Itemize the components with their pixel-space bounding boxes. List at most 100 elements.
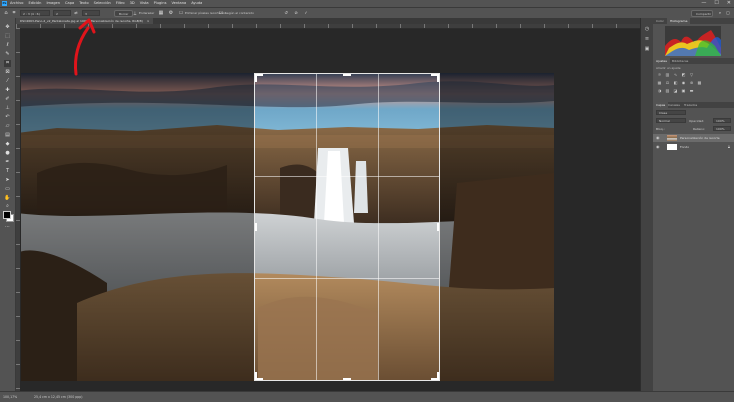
workspace-icon[interactable]: ▢	[725, 10, 731, 16]
canvas-area[interactable]	[21, 29, 640, 391]
visibility-eye-icon[interactable]: ◉	[656, 144, 660, 149]
menu-item-seleccion[interactable]: Selección	[94, 1, 111, 5]
menu-item-texto[interactable]: Texto	[79, 1, 88, 5]
history-brush-icon[interactable]: ↶	[4, 114, 11, 121]
share-button[interactable]: Compartir	[691, 10, 713, 17]
blend-mode-select[interactable]: Normal	[656, 118, 686, 123]
history-panel-icon[interactable]: ◷	[644, 26, 650, 32]
crop-handle-bottom-right[interactable]	[437, 372, 439, 380]
type-icon[interactable]: T	[4, 168, 11, 175]
close-tab-icon[interactable]: ×	[147, 19, 150, 23]
ratio-select[interactable]: 2 : 3 (4 : 6)	[20, 10, 50, 16]
foreground-color-swatch[interactable]	[3, 211, 11, 219]
eraser-icon[interactable]: ▱	[4, 123, 11, 130]
visibility-eye-icon[interactable]: ◉	[656, 135, 660, 140]
menu-item-plugins[interactable]: Plugins	[154, 1, 167, 5]
gradient-map-adjust-icon[interactable]: ▬	[689, 88, 694, 93]
straighten-icon[interactable]: ⟂	[132, 10, 138, 16]
bw-adjust-icon[interactable]: ◧	[673, 80, 678, 85]
dodge-icon[interactable]: ●	[4, 150, 11, 157]
photo-filter-adjust-icon[interactable]: ◉	[681, 80, 686, 85]
channel-mixer-adjust-icon[interactable]: ⊛	[689, 80, 694, 85]
posterize-adjust-icon[interactable]: ▨	[665, 88, 670, 93]
vibrance-adjust-icon[interactable]: ▽	[689, 72, 694, 77]
libraries-panel-icon[interactable]: ▣	[644, 46, 650, 52]
levels-adjust-icon[interactable]: ▥	[665, 72, 670, 77]
color-balance-adjust-icon[interactable]: ⚖	[665, 80, 670, 85]
crop-handle-right[interactable]	[437, 223, 439, 231]
crop-box[interactable]	[254, 73, 440, 381]
crop-handle-top[interactable]	[343, 74, 351, 76]
crop-handle-bottom-left[interactable]	[255, 372, 257, 380]
zoom-icon[interactable]: ⌕	[4, 203, 11, 210]
layer-row[interactable]: ◉ Personalización de recorte	[653, 134, 734, 142]
layer-filter-select[interactable]: Clase	[656, 110, 686, 115]
tab-adjustments[interactable]: Ajustes	[653, 58, 670, 64]
home-icon[interactable]: ⌂	[3, 10, 9, 16]
clone-stamp-icon[interactable]: ⊥	[4, 105, 11, 112]
hand-icon[interactable]: ✋	[4, 195, 11, 202]
menu-item-filtro[interactable]: Filtro	[116, 1, 125, 5]
crop-handle-left[interactable]	[255, 223, 257, 231]
menu-item-archivo[interactable]: Archivo	[10, 1, 23, 5]
delete-pixels-checkbox[interactable]: ☐	[178, 10, 184, 16]
menu-item-ayuda[interactable]: Ayuda	[191, 1, 202, 5]
threshold-adjust-icon[interactable]: ◪	[673, 88, 678, 93]
reset-icon[interactable]: ↺	[283, 10, 289, 16]
menu-item-edicion[interactable]: Edición	[28, 1, 41, 5]
tab-histogram[interactable]: Histograma	[667, 18, 691, 24]
menu-item-capa[interactable]: Capa	[65, 1, 74, 5]
menu-item-3d[interactable]: 3D	[130, 1, 135, 5]
crop-handle-top-left[interactable]	[255, 74, 257, 82]
hue-adjust-icon[interactable]: ▦	[657, 80, 662, 85]
brush-icon[interactable]: ✐	[4, 96, 11, 103]
opacity-input[interactable]: 100%	[713, 118, 731, 123]
menu-item-vista[interactable]: Vista	[140, 1, 149, 5]
marquee-icon[interactable]: ⬚	[4, 33, 11, 40]
layer-row[interactable]: ◉ Fondo 🔒︎	[653, 143, 734, 151]
close-window-button[interactable]: ✕	[727, 0, 731, 6]
tab-color[interactable]: Color	[653, 18, 667, 24]
exposure-adjust-icon[interactable]: ◩	[681, 72, 686, 77]
content-aware-checkbox[interactable]: ☐	[218, 10, 224, 16]
maximize-button[interactable]: ☐	[714, 0, 718, 6]
more-tools-icon[interactable]: ⋯	[4, 224, 11, 231]
fill-input[interactable]: 100%	[713, 126, 731, 131]
healing-icon[interactable]: ✚	[4, 87, 11, 94]
cancel-icon[interactable]: ⊘	[293, 10, 299, 16]
crop-handle-top-right[interactable]	[437, 74, 439, 82]
pen-icon[interactable]: ✒	[4, 159, 11, 166]
straighten-button[interactable]: Enderezar	[139, 11, 154, 15]
blur-icon[interactable]: ◆	[4, 141, 11, 148]
document-info[interactable]: 25,4 cm x 12,45 cm (300 ppp)	[34, 395, 83, 399]
frame-icon[interactable]: ⊠	[4, 69, 11, 76]
properties-panel-icon[interactable]: ≡	[644, 36, 650, 42]
crop-handle-bottom[interactable]	[343, 378, 351, 380]
settings-gear-icon[interactable]: ⚙	[168, 10, 174, 16]
tab-paths[interactable]: Trazados	[681, 102, 700, 108]
clear-button[interactable]: Borrar	[114, 10, 134, 17]
quick-select-icon[interactable]: ✎	[4, 51, 11, 58]
move-icon[interactable]: ✥	[4, 24, 11, 31]
search-icon[interactable]: ⌕	[717, 10, 723, 16]
menu-item-imagen[interactable]: Imagen	[46, 1, 60, 5]
rectangle-icon[interactable]: ▭	[4, 186, 11, 193]
curves-adjust-icon[interactable]: ∿	[673, 72, 678, 77]
gradient-icon[interactable]: ▤	[4, 132, 11, 139]
tab-libraries[interactable]: Bibliotecas	[669, 58, 691, 64]
lasso-icon[interactable]: ℓ	[4, 42, 11, 49]
brightness-adjust-icon[interactable]: ☼	[657, 72, 662, 77]
commit-icon[interactable]: ✓	[303, 10, 309, 16]
invert-adjust-icon[interactable]: ◑	[657, 88, 662, 93]
color-lookup-adjust-icon[interactable]: ▩	[697, 80, 702, 85]
selective-color-adjust-icon[interactable]: ▣	[681, 88, 686, 93]
crop-icon[interactable]: ⌗	[4, 60, 11, 67]
crop-tool-preset-icon[interactable]: ⌗	[11, 10, 17, 16]
vertical-ruler[interactable]	[16, 28, 20, 391]
minimize-button[interactable]: —	[701, 0, 706, 6]
path-select-icon[interactable]: ➤	[4, 177, 11, 184]
eyedropper-icon[interactable]: ⁄	[4, 78, 11, 85]
overlay-grid-icon[interactable]: ▦	[158, 10, 164, 16]
zoom-level[interactable]: 100,17%	[3, 395, 17, 399]
menu-item-ventana[interactable]: Ventana	[171, 1, 186, 5]
